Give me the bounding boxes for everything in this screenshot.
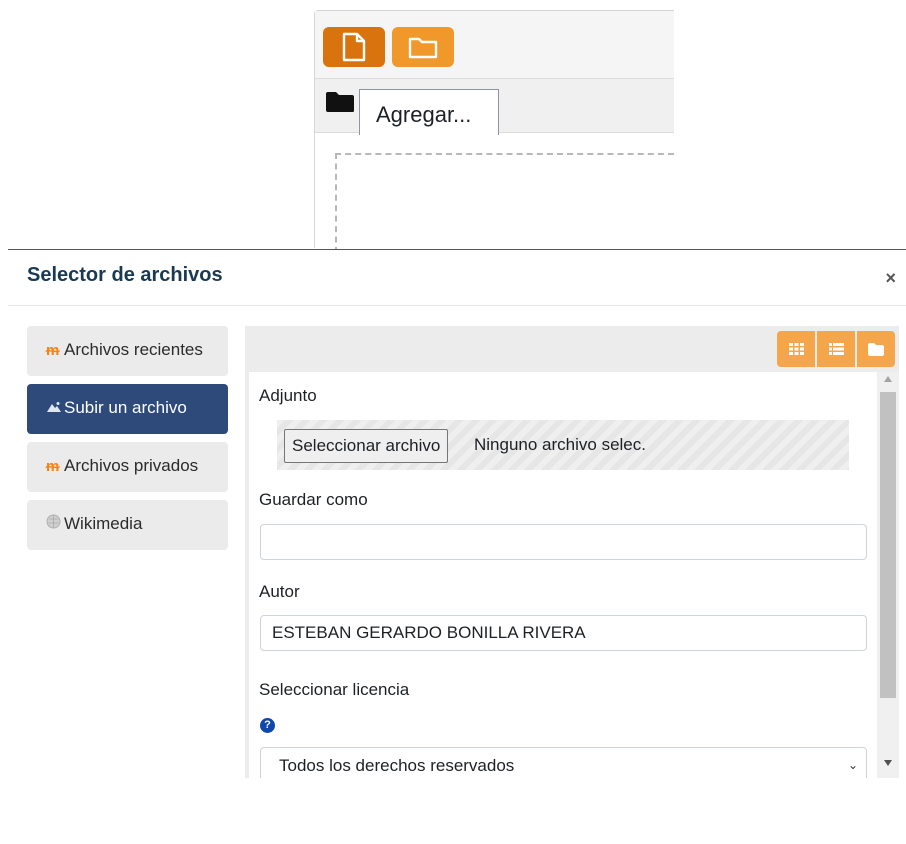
repo-item-recent-files[interactable]: ᵯ Archivos recientes bbox=[27, 326, 228, 376]
file-input-area: Seleccionar archivo Ninguno archivo sele… bbox=[277, 420, 849, 470]
author-label: Autor bbox=[259, 582, 300, 601]
repository-pane: Adjunto Seleccionar archivo Ninguno arch… bbox=[245, 326, 899, 778]
file-icon bbox=[342, 32, 366, 62]
upload-icon bbox=[46, 394, 64, 424]
close-icon[interactable]: × bbox=[885, 268, 896, 289]
license-label: Seleccionar licencia bbox=[259, 680, 410, 699]
save-as-label: Guardar como bbox=[259, 490, 368, 509]
folder-view-icon bbox=[868, 342, 884, 356]
upload-form: Adjunto Seleccionar archivo Ninguno arch… bbox=[249, 372, 877, 778]
scroll-down-arrow-icon[interactable] bbox=[884, 760, 892, 766]
folder-icon bbox=[408, 37, 438, 59]
file-status: Ninguno archivo selec. bbox=[474, 435, 646, 454]
list-view-button[interactable] bbox=[817, 331, 855, 367]
folder-view-button[interactable] bbox=[857, 331, 895, 367]
list-view-icon bbox=[828, 343, 844, 355]
repo-item-label: Wikimedia bbox=[64, 514, 143, 533]
question-icon[interactable]: ? bbox=[260, 718, 275, 733]
modal-title: Selector de archivos bbox=[27, 264, 223, 286]
repo-item-label: Subir un archivo bbox=[64, 398, 187, 417]
repo-item-upload[interactable]: Subir un archivo bbox=[27, 384, 228, 434]
add-button[interactable]: Agregar... bbox=[359, 89, 499, 135]
attachment-label: Adjunto bbox=[259, 386, 317, 405]
chevron-down-icon: ⌄ bbox=[847, 758, 858, 772]
add-file-button[interactable] bbox=[323, 27, 385, 67]
scroll-up-arrow-icon[interactable] bbox=[884, 376, 892, 382]
wikimedia-icon bbox=[46, 510, 64, 540]
drop-zone[interactable] bbox=[335, 153, 674, 253]
repo-item-wikimedia[interactable]: Wikimedia bbox=[27, 500, 228, 550]
save-as-input[interactable] bbox=[260, 524, 867, 560]
repo-item-label: Archivos privados bbox=[64, 456, 199, 475]
create-folder-button[interactable] bbox=[392, 27, 454, 67]
moodle-icon: ᵯ bbox=[46, 458, 60, 475]
repo-item-label: Archivos recientes bbox=[64, 340, 203, 359]
author-input[interactable] bbox=[260, 615, 867, 651]
file-manager-toolbar bbox=[315, 11, 674, 79]
folder-icon[interactable] bbox=[325, 91, 355, 113]
moodle-icon: ᵯ bbox=[46, 342, 60, 359]
repo-item-private-files[interactable]: ᵯ Archivos privados bbox=[27, 442, 228, 492]
license-selected-value: Todos los derechos reservados bbox=[279, 756, 515, 775]
form-scrollbar[interactable] bbox=[877, 372, 899, 778]
choose-file-button[interactable]: Seleccionar archivo bbox=[284, 429, 449, 463]
modal-header: Selector de archivos × bbox=[8, 250, 906, 306]
view-toolbar bbox=[245, 326, 899, 372]
grid-view-button[interactable] bbox=[777, 331, 815, 367]
repository-list: ᵯ Archivos recientes Subir un archivo ᵯ Ar… bbox=[27, 326, 228, 558]
file-picker-modal: Selector de archivos × ᵯ Archivos recient… bbox=[8, 249, 906, 844]
license-select[interactable]: Todos los derechos reservados ⌄ bbox=[260, 747, 867, 778]
file-manager: Agregar... bbox=[314, 10, 674, 253]
scroll-thumb[interactable] bbox=[880, 392, 896, 698]
grid-view-icon bbox=[788, 343, 804, 355]
file-manager-path-bar: Agregar... bbox=[315, 79, 674, 135]
